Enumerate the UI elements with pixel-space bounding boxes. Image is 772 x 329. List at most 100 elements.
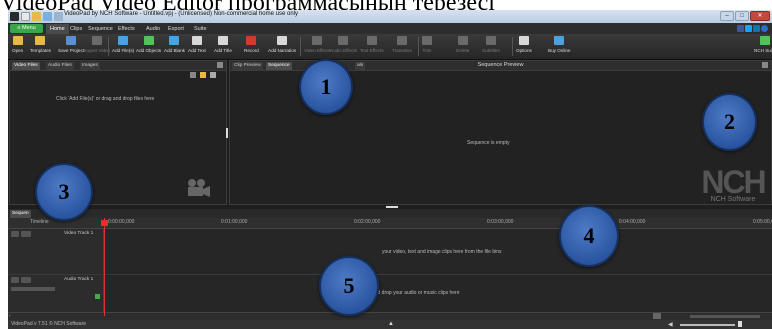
open-folder-icon[interactable] <box>32 12 41 21</box>
tab-audio[interactable]: Audio <box>146 24 160 34</box>
toolbar-save-project-button[interactable]: Save Project <box>58 36 84 58</box>
options-icon <box>518 36 529 45</box>
scroll-left-icon[interactable]: ‹ <box>9 313 11 319</box>
tab-images[interactable]: Images <box>80 62 100 70</box>
toolbar-label: Subtitles <box>482 48 500 53</box>
panel-toggle-icon[interactable]: ▲ <box>388 321 394 327</box>
toolbar-add-file-s-button[interactable]: Add File(s) <box>112 36 134 58</box>
audio-track-collapse-icon[interactable] <box>11 277 19 283</box>
undo-icon[interactable] <box>43 12 52 21</box>
toolbar-label: Delete <box>456 48 470 53</box>
toolbar-open-button[interactable]: Open <box>12 36 23 58</box>
toolbar-export-video-button[interactable]: Export Video <box>84 36 110 58</box>
tab-clips[interactable]: Clips <box>70 24 82 34</box>
audio-track-mute-icon[interactable] <box>21 277 31 283</box>
new-folder-icon[interactable] <box>200 72 206 78</box>
facebook-icon[interactable] <box>737 25 744 32</box>
ruler-tick-label: 0:00:00,000 <box>108 219 135 225</box>
toolbar-label: Buy Online <box>548 48 571 53</box>
video-track-header: Video Track 1 <box>8 229 104 274</box>
twitter-icon[interactable] <box>745 25 752 32</box>
timeline-zoom-slider[interactable] <box>690 315 760 318</box>
tab-suite[interactable]: Suite <box>194 24 207 34</box>
toolbar-templates-button[interactable]: Templates <box>30 36 51 58</box>
master-volume-knob[interactable] <box>738 321 742 327</box>
new-file-icon[interactable] <box>21 12 30 21</box>
buy-online-icon <box>554 36 565 45</box>
toolbar-label: Add Text <box>188 48 206 53</box>
toolbar-label: Add File(s) <box>112 48 135 53</box>
ruler-tick-label: 0:04:00,000 <box>619 219 646 225</box>
help-icon[interactable] <box>761 25 768 32</box>
bin-settings-icon[interactable] <box>217 62 223 68</box>
volume-icon[interactable]: ◀ <box>668 321 673 328</box>
minimize-button[interactable]: – <box>720 11 734 21</box>
callout-3: 3 <box>35 163 93 221</box>
tab-video-files[interactable]: Video Files <box>12 62 40 70</box>
main-menu-button[interactable]: ≡ Menu <box>10 24 43 33</box>
timeline-ruler: Timeline 0:00:00,000 0:01:00,000 0:02:00,0… <box>8 218 772 229</box>
toolbar-label: Add Narration <box>268 48 297 53</box>
add-objects-icon <box>143 36 154 45</box>
linkedin-icon[interactable] <box>753 25 760 32</box>
video-track-collapse-icon[interactable] <box>11 231 19 237</box>
toolbar-subtitles-button[interactable]: Subtitles <box>482 36 500 58</box>
tab-effects[interactable]: Effects <box>118 24 135 34</box>
master-volume-slider[interactable] <box>680 324 735 326</box>
app-window: VideoPad by NCH Software - Untitled.vpj … <box>8 10 772 329</box>
preview-settings-icon[interactable] <box>762 62 768 68</box>
toolbar-nch-suite-button[interactable]: NCH Suite <box>754 36 772 58</box>
toolbar-label: Open <box>12 48 24 53</box>
toolbar-separator <box>512 37 513 56</box>
tab-audio-files[interactable]: Audio Files <box>46 62 74 70</box>
microphone-icon <box>277 36 288 45</box>
status-bar: VideoPad v 7.51 © NCH Software ▲ ◀ <box>8 320 772 329</box>
tab-sequence-1[interactable]: Sequen <box>10 210 31 218</box>
close-button[interactable]: ✕ <box>750 11 770 21</box>
tab-sequence[interactable]: Sequence <box>88 24 113 34</box>
audio-volume-slider[interactable] <box>11 287 55 291</box>
toolbar-add-text-button[interactable]: Add Text <box>188 36 206 58</box>
toolbar-buy-online-button[interactable]: Buy Online <box>548 36 570 58</box>
toolbar-delete-button[interactable]: Delete <box>456 36 469 58</box>
video-track-visible-icon[interactable] <box>21 231 31 237</box>
horizontal-splitter[interactable] <box>386 206 398 208</box>
tab-home[interactable]: Home <box>46 24 69 34</box>
playhead-handle-icon[interactable] <box>101 220 108 226</box>
toolbar-add-blank-button[interactable]: Add Blank <box>164 36 185 58</box>
nch-logo-mark: NCH <box>701 164 766 200</box>
toolbar-label: Audio Effects <box>330 48 357 53</box>
redo-icon[interactable] <box>54 12 63 21</box>
transition-icon <box>397 36 407 45</box>
callout-1: 1 <box>299 59 353 115</box>
record-icon <box>246 36 257 45</box>
callout-5: 5 <box>319 256 379 316</box>
maximize-button[interactable]: □ <box>735 11 749 21</box>
toolbar-transition-button[interactable]: Transition <box>392 36 412 58</box>
toolbar-separator <box>300 37 301 56</box>
toolbar-label: Save Project <box>58 48 85 53</box>
tab-export[interactable]: Export <box>168 24 184 34</box>
toolbar-audio-effects-button[interactable]: Audio Effects <box>330 36 357 58</box>
toolbar-label: Options <box>516 48 532 53</box>
view-details-icon[interactable] <box>190 72 196 78</box>
toolbar-add-narration-button[interactable]: Add Narration <box>268 36 296 58</box>
view-list-icon[interactable] <box>210 72 216 78</box>
toolbar-record-button[interactable]: Record <box>244 36 259 58</box>
save-icon <box>66 36 77 45</box>
vertical-splitter[interactable] <box>226 128 228 138</box>
toolbar-add-title-button[interactable]: Add Title <box>214 36 232 58</box>
toolbar-add-objects-button[interactable]: Add Objects <box>136 36 161 58</box>
preview-empty-message: Sequence is empty <box>467 140 510 146</box>
timeline-playhead[interactable] <box>104 218 105 316</box>
timeline-scrollbar[interactable]: ‹ <box>8 312 772 320</box>
ruler-tick-label: 0:05:00,000 <box>753 219 772 225</box>
audio-track-hint: ag and drop your audio or music clips he… <box>365 290 460 296</box>
toolbar-trim-button[interactable]: Trim <box>422 36 432 58</box>
toolbar-video-effects-button[interactable]: Video Effects <box>304 36 331 58</box>
toolbar-options-button[interactable]: Options <box>516 36 532 58</box>
nch-suite-icon <box>759 36 770 45</box>
zoom-fit-icon[interactable] <box>653 313 661 319</box>
toolbar-text-effects-button[interactable]: Text Effects <box>360 36 384 58</box>
title-icon <box>217 36 228 45</box>
